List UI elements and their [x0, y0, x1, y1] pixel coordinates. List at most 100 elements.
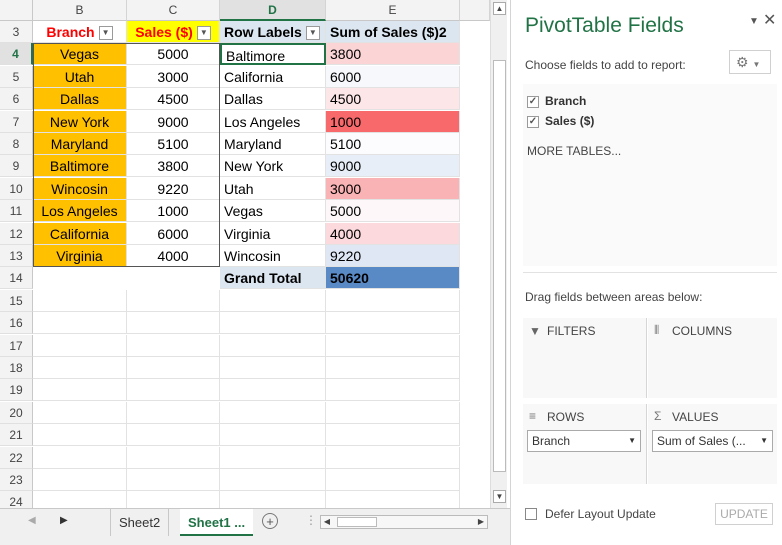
filter-dropdown-icon[interactable]: ▼	[98, 26, 113, 41]
pivot-row-value[interactable]: 3800	[326, 43, 460, 66]
branch-header-cell[interactable]: Branch ▼	[33, 21, 127, 43]
empty-cell[interactable]	[326, 357, 460, 379]
tab-splitter-icon[interactable]: ⋮	[305, 513, 317, 527]
branch-cell[interactable]: Vegas	[33, 43, 127, 66]
pivot-row-label[interactable]: Wincosin	[220, 245, 326, 267]
row-header[interactable]: 17	[0, 334, 33, 357]
hscroll-left-arrow[interactable]: ◀	[321, 516, 333, 528]
columns-area[interactable]: ⦀ COLUMNS	[648, 318, 777, 398]
sales-cell[interactable]: 3800	[127, 155, 220, 178]
select-all-corner[interactable]	[0, 0, 33, 21]
branch-cell[interactable]: Utah	[33, 65, 127, 88]
row-header[interactable]: 22	[0, 446, 33, 469]
empty-cell[interactable]	[220, 334, 326, 357]
column-header-f[interactable]	[460, 0, 490, 21]
pivot-row-value[interactable]: 9220	[326, 245, 460, 267]
grand-total-label[interactable]: Grand Total	[220, 267, 326, 290]
rows-area[interactable]: ≡ ROWS Branch ▼	[523, 404, 647, 484]
vertical-scrollbar[interactable]: ▲ ▼	[490, 0, 507, 508]
empty-cell[interactable]	[326, 401, 460, 424]
branch-cell[interactable]: Maryland	[33, 133, 127, 155]
sales-cell[interactable]: 4500	[127, 88, 220, 111]
checkbox-checked-icon[interactable]: ✓	[527, 115, 539, 128]
pivot-row-value[interactable]: 3000	[326, 177, 460, 200]
column-header-c[interactable]: C	[127, 0, 220, 21]
sales-cell[interactable]: 9000	[127, 110, 220, 133]
row-header[interactable]: 13	[0, 245, 33, 267]
sales-cell[interactable]: 5000	[127, 43, 220, 66]
empty-cell[interactable]	[127, 446, 220, 469]
branch-cell[interactable]: Virginia	[33, 245, 127, 267]
row-header[interactable]: 15	[0, 289, 33, 312]
filters-area[interactable]: ▼ FILTERS	[523, 318, 647, 398]
empty-cell[interactable]	[220, 469, 326, 491]
filter-dropdown-icon[interactable]: ▼	[305, 26, 320, 41]
empty-cell[interactable]	[127, 401, 220, 424]
empty-cell[interactable]	[127, 469, 220, 491]
empty-cell[interactable]	[326, 446, 460, 469]
horizontal-scrollbar[interactable]: ◀ ▶	[320, 515, 488, 529]
add-sheet-icon[interactable]: +	[262, 513, 278, 529]
empty-cell[interactable]	[326, 334, 460, 357]
values-area[interactable]: Σ VALUES Sum of Sales (... ▼	[648, 404, 777, 484]
empty-cell[interactable]	[220, 357, 326, 379]
pane-close-icon[interactable]: ✕	[763, 10, 776, 30]
pivot-row-value[interactable]: 4500	[326, 88, 460, 111]
column-header-b[interactable]: B	[33, 0, 127, 21]
tab-sheet1[interactable]: Sheet1 ...	[180, 509, 254, 536]
pivot-row-value[interactable]: 4000	[326, 222, 460, 245]
sales-cell[interactable]: 3000	[127, 65, 220, 88]
branch-cell[interactable]: California	[33, 222, 127, 245]
checkbox-checked-icon[interactable]: ✓	[527, 95, 539, 108]
branch-cell[interactable]: Dallas	[33, 88, 127, 111]
empty-cell[interactable]	[127, 312, 220, 335]
empty-cell[interactable]	[127, 289, 220, 312]
tab-sheet2[interactable]: Sheet2	[110, 509, 170, 536]
empty-cell[interactable]	[33, 289, 127, 312]
pivot-row-value[interactable]: 9000	[326, 155, 460, 178]
row-header[interactable]: 11	[0, 200, 33, 223]
column-header-e[interactable]: E	[326, 0, 460, 21]
empty-cell[interactable]	[220, 401, 326, 424]
pivot-row-value[interactable]: 5100	[326, 133, 460, 155]
branch-cell[interactable]: New York	[33, 110, 127, 133]
pivot-row-label[interactable]: New York	[220, 155, 326, 178]
scroll-thumb[interactable]	[493, 60, 506, 472]
grand-total-value[interactable]: 50620	[326, 267, 460, 290]
pivot-row-label[interactable]: Dallas	[220, 88, 326, 111]
sales-cell[interactable]: 1000	[127, 200, 220, 223]
empty-cell[interactable]	[33, 401, 127, 424]
pivot-row-label[interactable]: California	[220, 65, 326, 88]
empty-cell[interactable]	[33, 357, 127, 379]
defer-layout-checkbox[interactable]	[525, 508, 537, 520]
empty-cell[interactable]	[127, 357, 220, 379]
empty-cell[interactable]	[127, 379, 220, 402]
row-header[interactable]: 19	[0, 379, 33, 402]
row-header[interactable]: 5	[0, 65, 33, 88]
empty-cell[interactable]	[220, 289, 326, 312]
empty-cell[interactable]	[33, 424, 127, 447]
sales-cell[interactable]: 4000	[127, 245, 220, 267]
row-header[interactable]: 12	[0, 222, 33, 245]
branch-cell[interactable]: Wincosin	[33, 177, 127, 200]
tab-scroll-right-icon[interactable]: ▶	[60, 515, 68, 526]
row-header[interactable]: 21	[0, 424, 33, 447]
scroll-down-arrow[interactable]: ▼	[493, 490, 506, 503]
empty-cell[interactable]	[33, 334, 127, 357]
pivot-row-label[interactable]: Maryland	[220, 133, 326, 155]
empty-cell[interactable]	[220, 312, 326, 335]
branch-cell[interactable]: Baltimore	[33, 155, 127, 178]
row-labels-header[interactable]: Row Labels ▼	[220, 21, 326, 43]
values-field-dropdown[interactable]: Sum of Sales (... ▼	[652, 430, 773, 452]
sales-header-cell[interactable]: Sales ($) ▼	[127, 21, 220, 43]
column-header-d[interactable]: D	[220, 0, 326, 21]
pivot-row-value[interactable]: 1000	[326, 110, 460, 133]
row-header[interactable]: 3	[0, 21, 33, 43]
row-header[interactable]: 14	[0, 267, 33, 290]
sum-sales-header[interactable]: Sum of Sales ($)2	[326, 21, 460, 43]
hscroll-right-arrow[interactable]: ▶	[475, 516, 487, 528]
empty-cell[interactable]	[326, 379, 460, 402]
pivot-row-value[interactable]: 5000	[326, 200, 460, 223]
more-tables-link[interactable]: MORE TABLES...	[527, 144, 621, 158]
filter-dropdown-icon[interactable]: ▼	[196, 26, 211, 41]
